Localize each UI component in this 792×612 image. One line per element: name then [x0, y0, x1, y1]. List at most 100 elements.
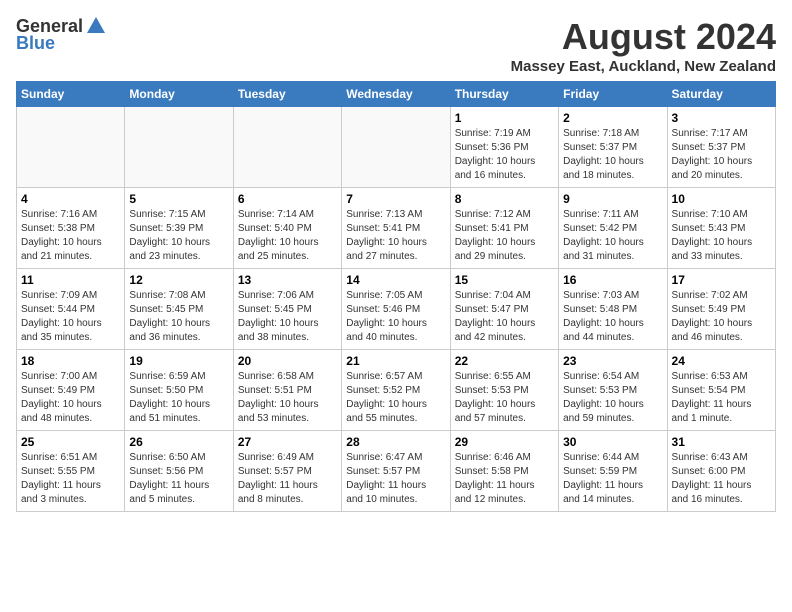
day-info-line: Sunset: 5:53 PM [563, 385, 637, 396]
day-info-line: and 27 minutes. [346, 251, 417, 262]
day-info-line: Daylight: 10 hours [238, 237, 319, 248]
day-info-line: Sunrise: 6:49 AM [238, 452, 314, 463]
day-info-line: and 20 minutes. [672, 170, 743, 181]
day-info-line: Daylight: 11 hours [238, 480, 318, 491]
calendar-day-cell: 26Sunrise: 6:50 AMSunset: 5:56 PMDayligh… [125, 431, 233, 512]
day-info-line: and 36 minutes. [129, 332, 200, 343]
day-number: 30 [563, 435, 662, 449]
day-info-line: Daylight: 10 hours [129, 237, 210, 248]
day-info-line: Daylight: 11 hours [21, 480, 101, 491]
day-number: 23 [563, 354, 662, 368]
calendar-week-row: 18Sunrise: 7:00 AMSunset: 5:49 PMDayligh… [17, 350, 776, 431]
day-info-line: Sunrise: 6:43 AM [672, 452, 748, 463]
day-info-line: Daylight: 10 hours [238, 318, 319, 329]
day-number: 1 [455, 111, 554, 125]
calendar-day-cell: 31Sunrise: 6:43 AMSunset: 6:00 PMDayligh… [667, 431, 775, 512]
day-info-line: Sunset: 5:53 PM [455, 385, 529, 396]
day-info-line: Sunset: 5:40 PM [238, 223, 312, 234]
logo: General Blue [16, 16, 107, 54]
day-info-line: Sunset: 5:47 PM [455, 304, 529, 315]
day-info-line: Daylight: 10 hours [563, 318, 644, 329]
day-number: 14 [346, 273, 445, 287]
title-block: August 2024 Massey East, Auckland, New Z… [511, 16, 776, 75]
location: Massey East, Auckland, New Zealand [511, 58, 776, 75]
calendar-day-cell [125, 107, 233, 188]
calendar-day-cell: 21 Sunrise: 6:57 AMSunset: 5:52 PMDayligh… [342, 350, 450, 431]
day-info-line: Sunset: 5:45 PM [129, 304, 203, 315]
day-info: Sunrise: 7:13 AMSunset: 5:41 PMDaylight:… [346, 208, 445, 264]
month-title: August 2024 [511, 16, 776, 58]
day-info-line: Daylight: 11 hours [346, 480, 426, 491]
calendar-day-cell: 29Sunrise: 6:46 AMSunset: 5:58 PMDayligh… [450, 431, 558, 512]
day-info-line: Sunrise: 7:03 AM [563, 290, 639, 301]
day-info: Sunrise: 6:55 AMSunset: 5:53 PMDaylight:… [455, 370, 554, 426]
day-number: 20 [238, 354, 337, 368]
calendar-day-cell: 7Sunrise: 7:13 AMSunset: 5:41 PMDaylight… [342, 188, 450, 269]
day-info-line: Sunset: 5:46 PM [346, 304, 420, 315]
day-info: Sunrise: 7:02 AMSunset: 5:49 PMDaylight:… [672, 289, 771, 345]
day-info: Sunrise: 6:47 AMSunset: 5:57 PMDaylight:… [346, 451, 445, 507]
day-number: 26 [129, 435, 228, 449]
calendar-table: SundayMondayTuesdayWednesdayThursdayFrid… [16, 81, 776, 512]
calendar-day-cell: 10 Sunrise: 7:10 AMSunset: 5:43 PMDayligh… [667, 188, 775, 269]
day-info-line: Sunrise: 7:16 AM [21, 209, 97, 220]
day-info-line: Sunrise: 6:53 AM [672, 371, 748, 382]
day-info-line: and 42 minutes. [455, 332, 526, 343]
day-number: 25 [21, 435, 120, 449]
calendar-day-cell: 3Sunrise: 7:17 AMSunset: 5:37 PMDaylight… [667, 107, 775, 188]
weekday-header: Monday [125, 82, 233, 107]
day-number: 21 [346, 354, 445, 368]
day-info-line: Sunrise: 6:46 AM [455, 452, 531, 463]
calendar-day-cell: 4Sunrise: 7:16 AMSunset: 5:38 PMDaylight… [17, 188, 125, 269]
day-number: 6 [238, 192, 337, 206]
day-info-line: Sunrise: 6:51 AM [21, 452, 97, 463]
day-info-line: and 10 minutes. [346, 494, 417, 505]
day-info-line: and 18 minutes. [563, 170, 634, 181]
day-info: Sunrise: 7:18 AMSunset: 5:37 PMDaylight:… [563, 127, 662, 183]
day-info: Sunrise: 7:11 AMSunset: 5:42 PMDaylight:… [563, 208, 662, 264]
calendar-day-cell: 9Sunrise: 7:11 AMSunset: 5:42 PMDaylight… [559, 188, 667, 269]
day-number: 10 [672, 192, 771, 206]
day-info-line: Sunset: 5:50 PM [129, 385, 203, 396]
day-info-line: Sunset: 5:41 PM [455, 223, 529, 234]
day-info: Sunrise: 7:10 AMSunset: 5:43 PMDaylight:… [672, 208, 771, 264]
day-info-line: Sunset: 5:43 PM [672, 223, 746, 234]
day-info-line: and 46 minutes. [672, 332, 743, 343]
day-info: Sunrise: 6:44 AMSunset: 5:59 PMDaylight:… [563, 451, 662, 507]
day-info-line: Daylight: 11 hours [563, 480, 643, 491]
day-info-line: Sunset: 5:42 PM [563, 223, 637, 234]
day-info-line: Sunrise: 7:00 AM [21, 371, 97, 382]
day-info-line: Sunrise: 7:19 AM [455, 128, 531, 139]
day-info-line: Sunrise: 6:50 AM [129, 452, 205, 463]
day-number: 18 [21, 354, 120, 368]
day-info: Sunrise: 7:03 AMSunset: 5:48 PMDaylight:… [563, 289, 662, 345]
day-info-line: Sunset: 5:49 PM [672, 304, 746, 315]
day-info-line: and 44 minutes. [563, 332, 634, 343]
day-info-line: Sunset: 5:59 PM [563, 466, 637, 477]
day-info-line: Sunrise: 6:55 AM [455, 371, 531, 382]
calendar-day-cell: 13Sunrise: 7:06 AMSunset: 5:45 PMDayligh… [233, 269, 341, 350]
day-info-line: and 40 minutes. [346, 332, 417, 343]
day-info-line: Daylight: 10 hours [346, 237, 427, 248]
day-number: 13 [238, 273, 337, 287]
day-number: 11 [21, 273, 120, 287]
day-info-line: Sunset: 5:37 PM [672, 142, 746, 153]
day-info-line: Sunrise: 7:05 AM [346, 290, 422, 301]
day-info-line: and 38 minutes. [238, 332, 309, 343]
day-info: Sunrise: 6:54 AMSunset: 5:53 PMDaylight:… [563, 370, 662, 426]
day-info-line: and 5 minutes. [129, 494, 195, 505]
page-header: General Blue August 2024 Massey East, Au… [16, 16, 776, 75]
day-info-line: Daylight: 10 hours [672, 318, 753, 329]
day-info-line: Sunset: 5:45 PM [238, 304, 312, 315]
day-info: Sunrise: 6:57 AMSunset: 5:52 PMDaylight:… [346, 370, 445, 426]
day-info: Sunrise: 7:17 AMSunset: 5:37 PMDaylight:… [672, 127, 771, 183]
day-info-line: Daylight: 10 hours [346, 399, 427, 410]
day-info-line: and 3 minutes. [21, 494, 87, 505]
calendar-day-cell: 1Sunrise: 7:19 AMSunset: 5:36 PMDaylight… [450, 107, 558, 188]
day-number: 27 [238, 435, 337, 449]
day-info-line: and 55 minutes. [346, 413, 417, 424]
calendar-week-row: 11Sunrise: 7:09 AMSunset: 5:44 PMDayligh… [17, 269, 776, 350]
day-info-line: Sunrise: 7:14 AM [238, 209, 314, 220]
calendar-day-cell: 6 Sunrise: 7:14 AM Sunset: 5:40 PM Daylight… [233, 188, 341, 269]
calendar-header-row: SundayMondayTuesdayWednesdayThursdayFrid… [17, 82, 776, 107]
